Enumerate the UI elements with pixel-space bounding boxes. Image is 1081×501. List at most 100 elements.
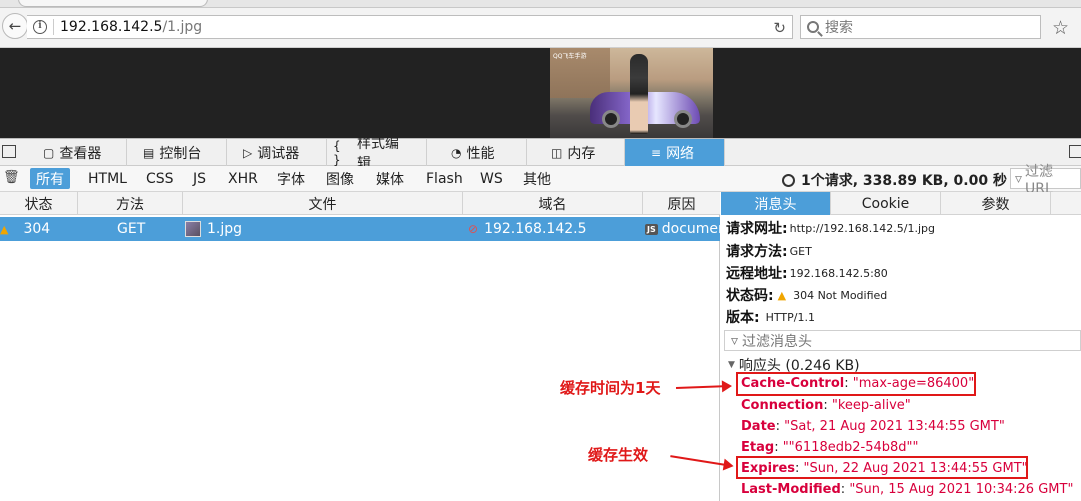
image-logo: QQ飞车手游 (553, 53, 587, 60)
request-table-header: 状态 方法 文件 域名 原因 (0, 192, 720, 215)
url-path: /1.jpg (162, 19, 203, 35)
header-value: "Sat, 21 Aug 2021 13:44:55 GMT" (784, 419, 1005, 434)
tab-label: 调试器 (257, 145, 300, 162)
column-header-file[interactable]: 文件 (183, 192, 463, 215)
filter-all[interactable]: 所有 (30, 168, 70, 189)
highlight-box-cache-control (736, 372, 976, 396)
timer-icon (782, 173, 795, 187)
back-button[interactable]: ← (2, 13, 28, 39)
tab-params[interactable]: 参数 (941, 192, 1051, 215)
remote-address-label: 远程地址: (726, 266, 788, 282)
tab-inspector[interactable]: ▢ 查看器 (27, 139, 127, 166)
cell-domain: ⊘ 192.168.142.5 (468, 217, 643, 241)
filter-css[interactable]: CSS (140, 168, 180, 189)
tab-memory[interactable]: ◫ 内存 (527, 139, 625, 166)
performance-icon: ◔ (451, 145, 462, 160)
annotation-cache-time: 缓存时间为1天 (560, 379, 661, 397)
console-icon: ▤ (143, 145, 155, 160)
dock-icon[interactable] (1069, 145, 1081, 158)
tab-label: 性能 (466, 145, 495, 162)
filter-headers-input[interactable]: ▿ 过滤消息头 (724, 330, 1081, 351)
details-tabs: 消息头 Cookie 参数 (721, 192, 1081, 215)
navigation-bar: ← i 192.168.142.5/1.jpg ↻ 搜索 ☆ (0, 8, 1081, 48)
filter-flash[interactable]: Flash (420, 168, 469, 189)
cause-value: document (661, 221, 720, 237)
header-name: Date (741, 419, 776, 434)
tab-label: 查看器 (59, 145, 102, 162)
image-wheel (602, 110, 620, 128)
column-header-status[interactable]: 状态 (0, 192, 78, 215)
filter-fonts[interactable]: 字体 (271, 168, 311, 189)
network-filter-bar: 🗑 所有 HTML CSS JS XHR 字体 图像 媒体 Flash WS 其… (0, 164, 1081, 197)
request-summary: 1个请求, 338.89 KB, 0.00 秒 (782, 170, 1007, 190)
filter-ws[interactable]: WS (474, 168, 509, 189)
header-name: Last-Modified (741, 482, 841, 497)
filter-headers-placeholder: 过滤消息头 (742, 333, 813, 350)
network-icon: ≡ (651, 145, 662, 160)
table-row[interactable]: ▲ 304 GET 1.jpg ⊘ 192.168.142.5 JS docum… (0, 217, 720, 241)
page-image: QQ飞车手游 (550, 48, 713, 138)
version-label: 版本: (726, 310, 760, 326)
search-placeholder: 搜索 (825, 20, 853, 36)
header-etag[interactable]: Etag: ""6118edb2-54b8d"" (741, 440, 919, 455)
tab-label: 控制台 (159, 145, 202, 162)
request-url-label: 请求网址: (726, 221, 788, 237)
filter-other[interactable]: 其他 (517, 168, 557, 189)
version-row: 版本: HTTP/1.1 (726, 307, 815, 327)
filter-html[interactable]: HTML (82, 168, 133, 189)
tab-style-editor[interactable]: { } 样式编辑... (327, 136, 427, 172)
url-bar[interactable]: i 192.168.142.5/1.jpg ↻ (27, 15, 793, 39)
page-viewport: QQ飞车手游 (0, 48, 1081, 138)
filter-icon: ▿ (731, 332, 739, 349)
filter-xhr[interactable]: XHR (222, 168, 264, 189)
request-url-value[interactable]: http://192.168.142.5/1.jpg (790, 222, 935, 235)
header-last-modified[interactable]: Last-Modified: "Sun, 15 Aug 2021 10:34:2… (741, 482, 1073, 497)
tab-console[interactable]: ▤ 控制台 (127, 139, 227, 166)
header-name: Etag (741, 440, 775, 455)
info-icon[interactable]: i (33, 20, 47, 34)
column-header-cause[interactable]: 原因 (643, 192, 720, 215)
filter-images[interactable]: 图像 (320, 168, 360, 189)
tab-cookie[interactable]: Cookie (831, 192, 941, 215)
insecure-lock-icon: ⊘ (468, 222, 479, 236)
tab-network[interactable]: ≡ 网络 (625, 139, 725, 166)
header-value: "Sun, 15 Aug 2021 10:34:26 GMT" (849, 482, 1074, 497)
header-connection[interactable]: Connection: "keep-alive" (741, 398, 911, 413)
bookmark-star-icon[interactable]: ☆ (1052, 17, 1069, 39)
header-date[interactable]: Date: "Sat, 21 Aug 2021 13:44:55 GMT" (741, 419, 1005, 434)
image-thumbnail-icon (185, 221, 201, 237)
warning-icon: ▲ (777, 288, 787, 302)
filter-media[interactable]: 媒体 (370, 168, 410, 189)
image-person (630, 54, 648, 134)
tab-debugger[interactable]: ▷ 调试器 (227, 139, 327, 166)
browser-tab[interactable] (18, 0, 208, 7)
request-method-value: GET (789, 244, 812, 258)
reload-icon[interactable]: ↻ (773, 19, 786, 37)
summary-text: 1个请求, 338.89 KB, 0.00 秒 (801, 173, 1007, 189)
filter-js[interactable]: JS (187, 168, 212, 189)
debugger-icon: ▷ (243, 145, 253, 160)
memory-icon: ◫ (551, 145, 563, 160)
filter-url-input[interactable]: ▿ 过滤 URL (1010, 164, 1081, 197)
image-wheel (674, 110, 692, 128)
file-value: 1.jpg (207, 221, 243, 237)
search-input[interactable]: 搜索 (800, 15, 1041, 39)
remote-address-row: 远程地址: 192.168.142.5:80 (726, 263, 888, 283)
devtools-toolbar: ▢ 查看器 ▤ 控制台 ▷ 调试器 { } 样式编辑... ◔ 性能 ◫ 内存 ≡ 网络 (0, 136, 1081, 172)
header-value: "keep-alive" (831, 398, 911, 413)
cell-cause: JS document (645, 217, 720, 241)
column-header-domain[interactable]: 域名 (463, 192, 643, 215)
url-host: 192.168.142.5 (60, 19, 163, 35)
url-text[interactable]: 192.168.142.5/1.jpg (60, 19, 202, 35)
tab-label: 网络 (666, 145, 695, 162)
tab-headers[interactable]: 消息头 (721, 192, 831, 215)
tab-performance[interactable]: ◔ 性能 (427, 139, 527, 166)
trash-icon[interactable]: 🗑 (3, 170, 20, 185)
request-method-row: 请求方法: GET (726, 241, 812, 261)
back-arrow-icon: ← (8, 17, 22, 35)
pick-element-icon[interactable] (2, 145, 16, 158)
domain-value: 192.168.142.5 (484, 221, 587, 237)
column-header-method[interactable]: 方法 (78, 192, 183, 215)
request-details-panel: 消息头 Cookie 参数 请求网址: http://192.168.142.5… (721, 192, 1081, 501)
url-separator (53, 19, 54, 35)
